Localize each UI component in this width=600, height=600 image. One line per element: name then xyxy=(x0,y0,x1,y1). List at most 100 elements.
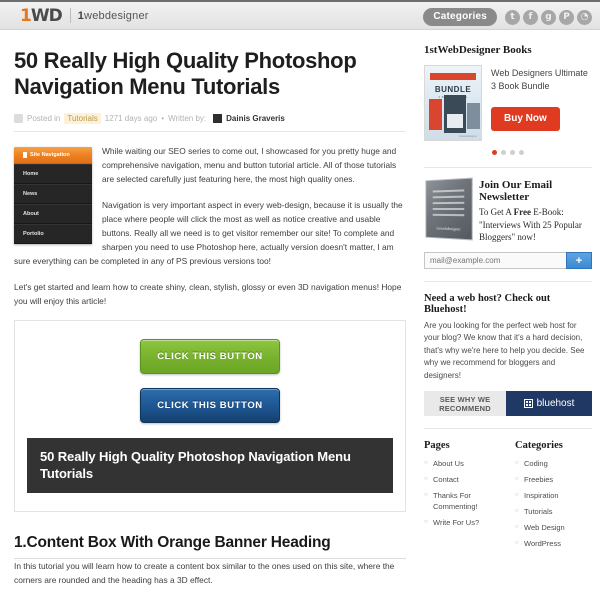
meta-separator: • xyxy=(161,114,165,123)
site-navigation-widget-header: Site Navigation xyxy=(14,147,92,164)
carousel-dots xyxy=(424,150,592,155)
categories-list: Coding Freebies Inspiration Tutorials We… xyxy=(515,458,592,549)
list-item[interactable]: About Us xyxy=(424,458,501,469)
logo-wordmark-rest: webdesigner xyxy=(84,9,149,22)
main-column: 50 Really High Quality Photoshop Navigat… xyxy=(0,30,418,599)
bluehost-logo[interactable]: bluehost xyxy=(506,391,592,416)
site-logo[interactable]: 1WD 1webdesigner xyxy=(20,6,149,26)
page-title: 50 Really High Quality Photoshop Navigat… xyxy=(14,48,357,99)
newsletter-copy: Join Our Email Newsletter To Get A Free … xyxy=(479,179,592,244)
list-item[interactable]: Freebies xyxy=(515,474,592,485)
site-navigation-widget-title: Site Navigation xyxy=(30,152,70,158)
section-heading: 1.Content Box With Orange Banner Heading xyxy=(14,534,406,559)
sidebar-item-home[interactable]: Home xyxy=(14,164,92,184)
article-body: Site Navigation Home News About Portolio… xyxy=(14,144,406,587)
logo-mark-wd: WD xyxy=(30,5,63,26)
site-navigation-widget-list: Home News About Portolio xyxy=(14,164,92,244)
meta-category-link[interactable]: Tutorials xyxy=(64,113,101,124)
newsletter-text-free: Free xyxy=(513,207,531,217)
demo-image-box: CLICK THIS BUTTON CLICK THIS BUTTON 50 R… xyxy=(14,320,406,512)
bluehost-text: Are you looking for the perfect web host… xyxy=(424,320,585,380)
newsletter-submit-button[interactable]: + xyxy=(566,251,592,269)
sidebar-item-about[interactable]: About xyxy=(14,204,92,224)
meta-posted-in: Posted in xyxy=(27,114,61,123)
bluehost-widget: Need a web host? Check out Bluehost! Are… xyxy=(424,292,592,416)
newsletter-text-a: To Get A xyxy=(479,207,514,217)
list-item[interactable]: Thanks For Commenting! xyxy=(424,490,501,512)
newsletter-ebook-footer: 1stwebdesigner xyxy=(436,225,461,232)
sidebar-item-news[interactable]: News xyxy=(14,184,92,204)
newsletter-form: + xyxy=(424,251,592,269)
meta-written-by: Written by: xyxy=(168,114,207,123)
book-cover-title: BUNDLE xyxy=(434,85,472,94)
divider-2 xyxy=(424,280,592,282)
divider-3 xyxy=(424,428,592,429)
post-meta: Posted in Tutorials 1271 days ago • Writ… xyxy=(14,113,406,132)
list-item[interactable]: Inspiration xyxy=(515,490,592,501)
book-cover-ribbon xyxy=(430,73,476,80)
logo-wordmark: 1webdesigner xyxy=(78,10,149,22)
pages-column: Pages About Us Contact Thanks For Commen… xyxy=(424,440,501,554)
book-cover-book-3 xyxy=(467,103,480,129)
categories-column: Categories Coding Freebies Inspiration T… xyxy=(515,440,592,554)
demo-green-button[interactable]: CLICK THIS BUTTON xyxy=(140,339,280,374)
section-paragraph: In this tutorial you will learn how to c… xyxy=(14,561,395,585)
meta-author[interactable]: Dainis Graveris xyxy=(226,114,285,123)
carousel-dot-3[interactable] xyxy=(510,150,515,155)
newsletter-text-line2: "Interviews With 25 Popular Bloggers" no… xyxy=(479,219,582,243)
book-cover-book-2-inner xyxy=(447,114,463,128)
buy-now-button[interactable]: Buy Now xyxy=(491,107,560,131)
list-item[interactable]: Web Design xyxy=(515,522,592,533)
newsletter-ebook-image: 1stwebdesigner xyxy=(425,177,473,241)
divider-1 xyxy=(424,167,592,168)
bluehost-cta-row: SEE WHY WE RECOMMEND bluehost xyxy=(424,391,592,416)
document-icon xyxy=(23,152,27,158)
book-info: Web Designers Ultimate 3 Book Bundle Buy… xyxy=(491,65,592,131)
logo-mark-1: 1 xyxy=(20,5,32,26)
newsletter-ebook-lines xyxy=(432,189,465,220)
list-item[interactable]: WordPress xyxy=(515,538,592,549)
header-actions: Categories t f g P ◔ xyxy=(423,2,592,32)
list-item[interactable]: Write For Us? xyxy=(424,517,501,528)
newsletter-heading: Join Our Email Newsletter xyxy=(479,179,553,203)
bluehost-logo-label: bluehost xyxy=(536,398,575,409)
twitter-icon[interactable]: t xyxy=(505,9,520,25)
rss-icon[interactable]: ◔ xyxy=(577,9,592,25)
google-plus-icon[interactable]: g xyxy=(541,9,556,25)
book-cover-book-1 xyxy=(429,99,442,130)
facebook-icon[interactable]: f xyxy=(523,9,538,25)
avatar xyxy=(213,114,223,123)
categories-heading: Categories xyxy=(515,440,563,451)
books-widget: BUNDLE 3 BOOK BUNDLE 1stwebdesigner Web … xyxy=(424,65,592,141)
carousel-dot-4[interactable] xyxy=(519,150,524,155)
book-cover-image[interactable]: BUNDLE 3 BOOK BUNDLE 1stwebdesigner xyxy=(424,65,482,141)
email-field[interactable] xyxy=(424,251,566,269)
pages-list: About Us Contact Thanks For Commenting! … xyxy=(424,458,501,528)
sidebar-item-portfolio[interactable]: Portolio xyxy=(14,224,92,244)
newsletter-text: To Get A Free E-Book: "Interviews With 2… xyxy=(479,206,592,244)
logo-mark: 1WD xyxy=(20,5,63,26)
meta-age: 1271 days ago xyxy=(104,114,158,123)
bluehost-heading: Need a web host? Check out Bluehost! xyxy=(424,292,551,315)
newsletter-text-c: E-Book: xyxy=(530,207,564,217)
book-title: Web Designers Ultimate 3 Book Bundle xyxy=(491,68,588,91)
pages-heading: Pages xyxy=(424,440,450,451)
site-header: 1WD 1webdesigner Categories t f g P ◔ xyxy=(0,0,600,30)
carousel-dot-2[interactable] xyxy=(501,150,506,155)
sidebar: 1stWebDesigner Books BUNDLE 3 BOOK BUNDL… xyxy=(418,30,600,599)
newsletter-widget: 1stwebdesigner Join Our Email Newsletter… xyxy=(424,177,592,244)
list-item[interactable]: Contact xyxy=(424,474,501,485)
site-navigation-widget: Site Navigation Home News About Portolio xyxy=(14,147,92,244)
demo-caption-bar: 50 Really High Quality Photoshop Navigat… xyxy=(27,438,393,493)
pinterest-icon[interactable]: P xyxy=(559,9,574,25)
social-links: t f g P ◔ xyxy=(505,9,592,25)
categories-button[interactable]: Categories xyxy=(423,8,497,26)
see-why-we-recommend-button[interactable]: SEE WHY WE RECOMMEND xyxy=(424,391,506,416)
demo-blue-button[interactable]: CLICK THIS BUTTON xyxy=(140,388,280,423)
list-item[interactable]: Tutorials xyxy=(515,506,592,517)
list-item[interactable]: Coding xyxy=(515,458,592,469)
post-icon xyxy=(14,114,23,123)
article-paragraph-3: Let's get started and learn how to creat… xyxy=(14,282,402,306)
grid-icon xyxy=(523,399,533,408)
carousel-dot-1[interactable] xyxy=(492,150,497,155)
